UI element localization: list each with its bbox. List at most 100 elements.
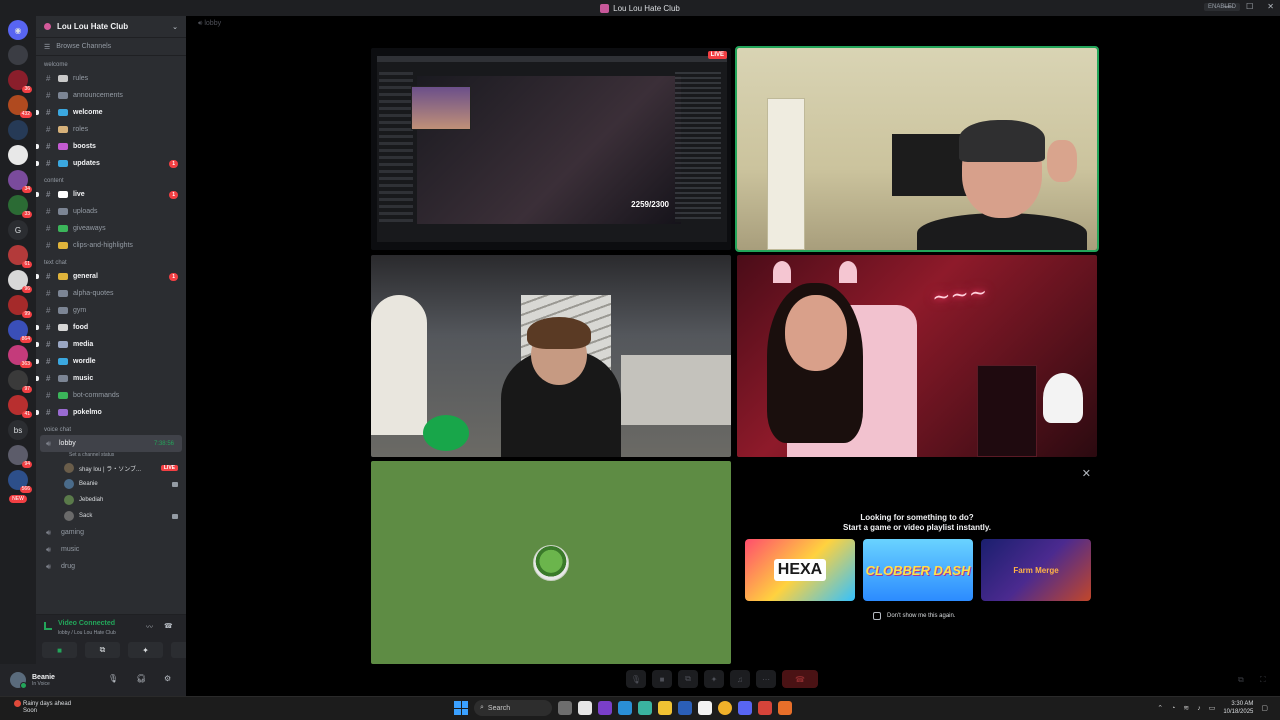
channel-uploads[interactable]: # uploads [36,203,186,220]
server-icon[interactable] [8,145,28,165]
chevron-down-icon[interactable]: ⌄ [172,23,178,31]
video-tile-jebediah[interactable] [371,255,731,457]
voice-connected-subtitle[interactable]: lobby / Lou Lou Hate Club [58,630,116,636]
close-icon[interactable]: ✕ [1082,467,1091,480]
gear-icon[interactable]: ⚙ [164,674,171,683]
folder-icon[interactable] [658,701,672,715]
channel-updates[interactable]: # updates 1 [36,155,186,172]
game-card-clobber-dash[interactable]: CLOBBER DASH [863,539,973,601]
microphone-icon[interactable]: 🎙︎ [108,674,118,683]
channel-music[interactable]: # music [36,370,186,387]
clock[interactable]: 3:30 AM 10/18/2025 [1223,700,1253,716]
dont-show-again[interactable]: Don't show me this again. [873,612,956,620]
soundboard-button[interactable]: ♫ [730,670,750,688]
volume-icon[interactable]: ♪ [1197,705,1201,712]
voice-user[interactable]: Beanie [36,476,186,492]
close-window-icon[interactable]: ✕ [1267,2,1274,11]
checkbox[interactable] [873,612,881,620]
channel-general[interactable]: # general 1 [36,268,186,285]
wifi-icon[interactable]: ≋ [1183,704,1189,712]
file-explorer-icon[interactable] [578,701,592,715]
server-icon-g[interactable]: G [8,220,28,240]
game-card-hexa[interactable]: HEXA [745,539,855,601]
channel-status[interactable]: Set a channel status [36,452,186,460]
channel-rules[interactable]: # rules [36,70,186,87]
noise-suppression-icon[interactable]: 〰 [146,622,153,632]
weather-widget[interactable]: Rainy days ahead Soon [14,700,71,715]
camera-button[interactable]: ■ [652,670,672,688]
audio-tile-sack[interactable] [371,461,731,664]
channel-bot-commands[interactable]: # bot-commands [36,387,186,404]
task-view-icon[interactable] [558,701,572,715]
channel-welcome[interactable]: # welcome [36,104,186,121]
category-text-chat[interactable]: text chat [36,258,186,268]
server-icon[interactable]: 99 [8,295,32,318]
app-icon[interactable] [638,701,652,715]
server-icon-bs[interactable]: bs [8,420,28,440]
server-icon[interactable]: 864 [8,320,32,343]
server-icon[interactable]: 61 [8,245,32,268]
disconnect-icon[interactable]: ☎ [164,622,173,630]
channel-announcements[interactable]: # announcements [36,87,186,104]
discord-icon[interactable] [738,701,752,715]
voice-channel-gaming[interactable]: 🔊︎ gaming [36,524,186,541]
voice-user[interactable]: shay lou | ラ・ソンブ... LIVE [36,460,186,476]
headphones-icon[interactable]: 🎧︎ [136,674,146,683]
channel-wordle[interactable]: # wordle [36,353,186,370]
channel-gym[interactable]: # gym [36,302,186,319]
channel-boosts[interactable]: # boosts [36,138,186,155]
channel-pokelmo[interactable]: # pokelmo [36,404,186,421]
voice-user[interactable]: Sack [36,508,186,524]
voice-user[interactable]: Jebediah [36,492,186,508]
server-icon[interactable]: 94 [8,445,32,468]
mute-button[interactable]: 🎙︎ [626,670,646,688]
leave-call-button[interactable]: ☎ [782,670,818,688]
activity-button[interactable]: ✦ [704,670,724,688]
new-badge[interactable]: NEW [9,495,27,503]
server-icon[interactable]: 41 [8,395,32,418]
activity-button[interactable]: ✦ [128,642,163,658]
screenshare-button[interactable]: ⧉ [678,670,698,688]
fullscreen-icon[interactable]: ⛶ [1260,675,1266,685]
notepad-icon[interactable] [698,701,712,715]
discord-home-icon[interactable]: ◉ [8,20,28,40]
server-icon[interactable] [8,120,28,140]
channel-giveaways[interactable]: # giveaways [36,220,186,237]
channel-food[interactable]: # food [36,319,186,336]
screenshare-button[interactable]: ⧉ [85,642,120,658]
screenshare-tile[interactable]: 2259/2300 LIVE [371,48,731,250]
channel-clips-and-highlights[interactable]: # clips-and-highlights [36,237,186,254]
app-icon[interactable] [758,701,772,715]
category-voice-chat[interactable]: voice chat [36,425,186,435]
app-icon[interactable] [678,701,692,715]
popout-icon[interactable]: ⧉ [1238,675,1244,685]
maximize-icon[interactable]: ☐ [1246,2,1253,11]
server-icon[interactable]: 363 [8,345,32,368]
notification-icon[interactable]: ▢ [1261,704,1268,712]
camera-button[interactable]: ■ [42,642,77,658]
server-icon[interactable]: 33 [8,195,32,218]
server-icon[interactable]: 36 [8,70,32,93]
chevron-up-icon[interactable]: ⌃ [1157,704,1163,712]
battery-icon[interactable]: ▭ [1209,704,1216,712]
chrome-icon[interactable] [718,701,732,715]
server-icon[interactable]: 34 [8,170,32,193]
server-icon[interactable] [8,45,28,65]
app-icon[interactable] [778,701,792,715]
channel-roles[interactable]: # roles [36,121,186,138]
minimize-icon[interactable]: — [1224,2,1232,11]
avatar[interactable] [10,672,27,689]
server-icon[interactable]: 432 [8,95,32,118]
taskbar-search[interactable]: ⌕ Search [474,700,552,716]
more-button[interactable]: ⋯ [756,670,776,688]
edge-icon[interactable] [618,701,632,715]
channel-alpha-quotes[interactable]: # alpha-quotes [36,285,186,302]
server-icon[interactable]: 566 [8,470,32,493]
voice-channel-lobby[interactable]: 🔊︎ lobby 7:38:56 [40,435,182,452]
video-tile-shay[interactable]: ~~~ [737,255,1097,457]
category-welcome[interactable]: welcome [36,60,186,70]
game-card-third[interactable]: Farm Merge [981,539,1091,601]
server-icon[interactable]: 96 [8,270,32,293]
windows-start-icon[interactable] [454,701,468,715]
browse-channels[interactable]: ☰ Browse Channels [36,38,186,56]
